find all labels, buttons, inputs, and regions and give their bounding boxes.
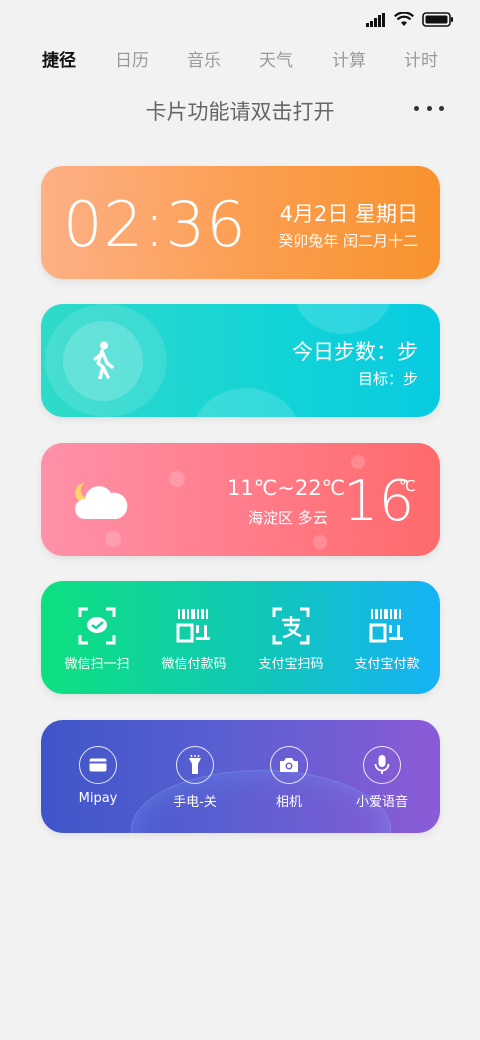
temperature-unit: ℃ [399,477,416,495]
wechat-scan-button[interactable]: 微信扫一扫 [47,581,147,694]
mipay-button[interactable]: Mipay [48,720,148,833]
wechat-pay-code-label: 微信付款码 [161,657,227,672]
camera-button[interactable]: 相机 [239,720,339,833]
clock-time: 02:36 [63,188,247,261]
camera-label: 相机 [275,795,302,810]
alipay-scan-icon [272,607,310,645]
decor-circle [351,455,365,469]
cloudy-moon-icon [75,483,128,519]
mipay-label: Mipay [78,791,118,806]
microphone-icon [363,746,401,784]
clock-card[interactable]: 02:36 4月2日 星期日 癸卯兔年 闰二月十二 [41,166,440,279]
wifi-icon [394,12,414,26]
voice-assistant-button[interactable]: 小爱语音 [332,720,432,833]
voice-assistant-label: 小爱语音 [355,795,408,810]
tab-bar: 捷径 日历 音乐 天气 计算 计时 [0,46,480,76]
decor-circle [169,471,185,487]
weather-card[interactable]: 11℃~22℃ 海淀区 多云 16 ℃ [41,443,440,556]
barcode-icon [369,609,403,643]
decor-circle [105,531,121,547]
wechat-scan-icon [78,607,116,645]
steps-count: 今日步数：步 [292,340,418,364]
flashlight-label: 手电-关 [173,795,217,810]
tools-card: Mipay 手电-关 相机 小爱语音 [41,720,440,833]
payment-card: 微信扫一扫 微信付款码 支付宝扫码 支付宝付款 [41,581,440,694]
steps-card[interactable]: 今日步数：步 目标：步 [41,304,440,417]
battery-icon [422,12,453,27]
tab-calculator[interactable]: 计算 [332,46,366,71]
lunar-date: 癸卯兔年 闰二月十二 [278,232,418,250]
status-bar [0,0,480,40]
more-icon-dot [439,105,444,111]
more-icon-dot [426,105,432,111]
clock-date: 4月2日 星期日 [279,202,418,226]
alipay-scan-label: 支付宝扫码 [258,657,324,672]
alipay-pay-code-label: 支付宝付款 [354,657,420,672]
walking-icon [93,341,114,379]
decor-circle [313,535,327,549]
alipay-scan-button[interactable]: 支付宝扫码 [241,581,341,694]
tab-timer[interactable]: 计时 [404,46,438,71]
more-icon [414,105,419,111]
weather-temp-range: 11℃~22℃ [227,476,346,500]
more-menu-button[interactable] [414,98,444,118]
page-hint: 卡片功能请双击打开 [145,100,335,124]
wechat-pay-code-button[interactable]: 微信付款码 [144,581,244,694]
signal-icon [366,12,385,27]
tab-music[interactable]: 音乐 [187,46,221,71]
tab-weather[interactable]: 天气 [259,46,293,71]
flashlight-icon [176,746,214,784]
tab-calendar[interactable]: 日历 [115,46,149,71]
steps-goal: 目标：步 [357,370,418,388]
barcode-icon [176,609,210,643]
tab-shortcuts[interactable]: 捷径 [42,46,76,71]
decor-circle [191,388,301,417]
decor-circle [293,304,393,334]
card-icon [79,746,117,784]
camera-icon [270,746,308,784]
weather-location: 海淀区 多云 [248,509,328,527]
wechat-scan-label: 微信扫一扫 [64,657,130,672]
alipay-pay-code-button[interactable]: 支付宝付款 [337,581,437,694]
flashlight-button[interactable]: 手电-关 [145,720,245,833]
